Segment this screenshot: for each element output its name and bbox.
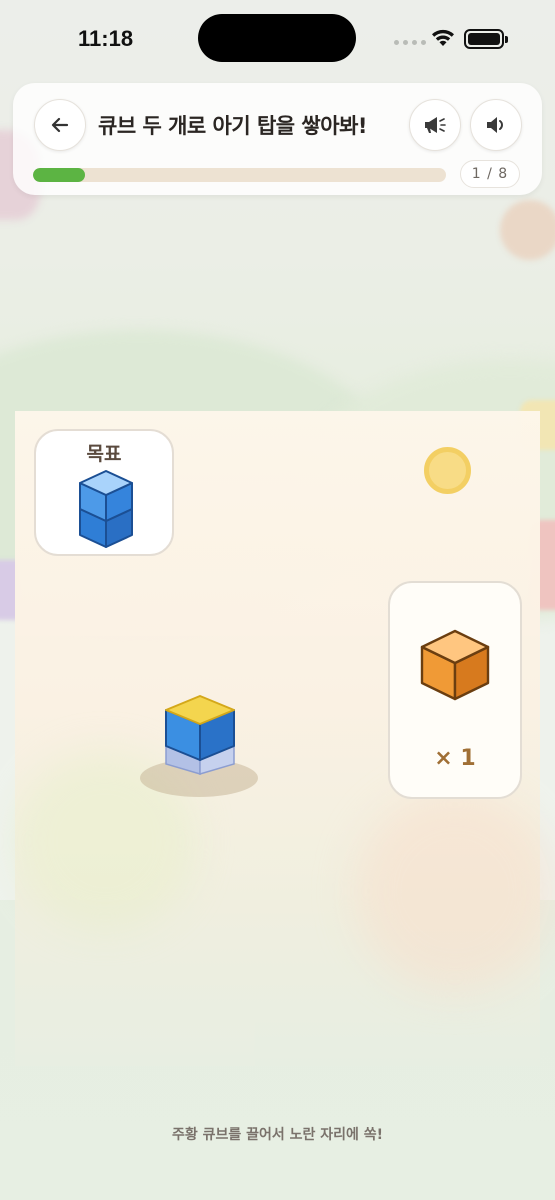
header-card: 큐브 두 개로 아기 탑을 쌓아봐! 1 / 8 <box>13 83 542 195</box>
speaker-icon <box>487 117 503 133</box>
goal-label: 목표 <box>86 443 122 465</box>
status-time: 11:18 <box>78 26 134 51</box>
back-button[interactable] <box>34 99 86 151</box>
arrow-left-icon <box>51 117 69 133</box>
cellular-signal-icon <box>394 40 426 45</box>
step-counter: 1 / 8 <box>460 160 520 188</box>
hint-text: 주황 큐브를 끌어서 노란 자리에 쏙! <box>171 1127 384 1143</box>
sound-toggle-button[interactable] <box>470 99 522 151</box>
progress-bar <box>33 168 446 182</box>
read-aloud-button[interactable] <box>409 99 461 151</box>
cube-quantity: × 1 <box>434 746 476 771</box>
placed-blue-cube <box>165 695 235 776</box>
cube-tray: × 1 <box>388 581 522 799</box>
battery-icon <box>464 29 508 49</box>
wifi-icon <box>432 29 454 46</box>
bg-tan-shape <box>500 200 555 260</box>
coin-icon <box>424 447 471 494</box>
orange-cube-draggable[interactable] <box>418 629 492 701</box>
instruction-title: 큐브 두 개로 아기 탑을 쌓아봐! <box>98 114 367 138</box>
goal-card: 목표 <box>34 429 174 556</box>
megaphone-icon <box>425 117 446 133</box>
goal-tower-icon <box>79 470 133 548</box>
status-bar: 11:18 <box>0 0 555 78</box>
progress-fill <box>33 168 85 182</box>
dynamic-island <box>198 14 356 62</box>
